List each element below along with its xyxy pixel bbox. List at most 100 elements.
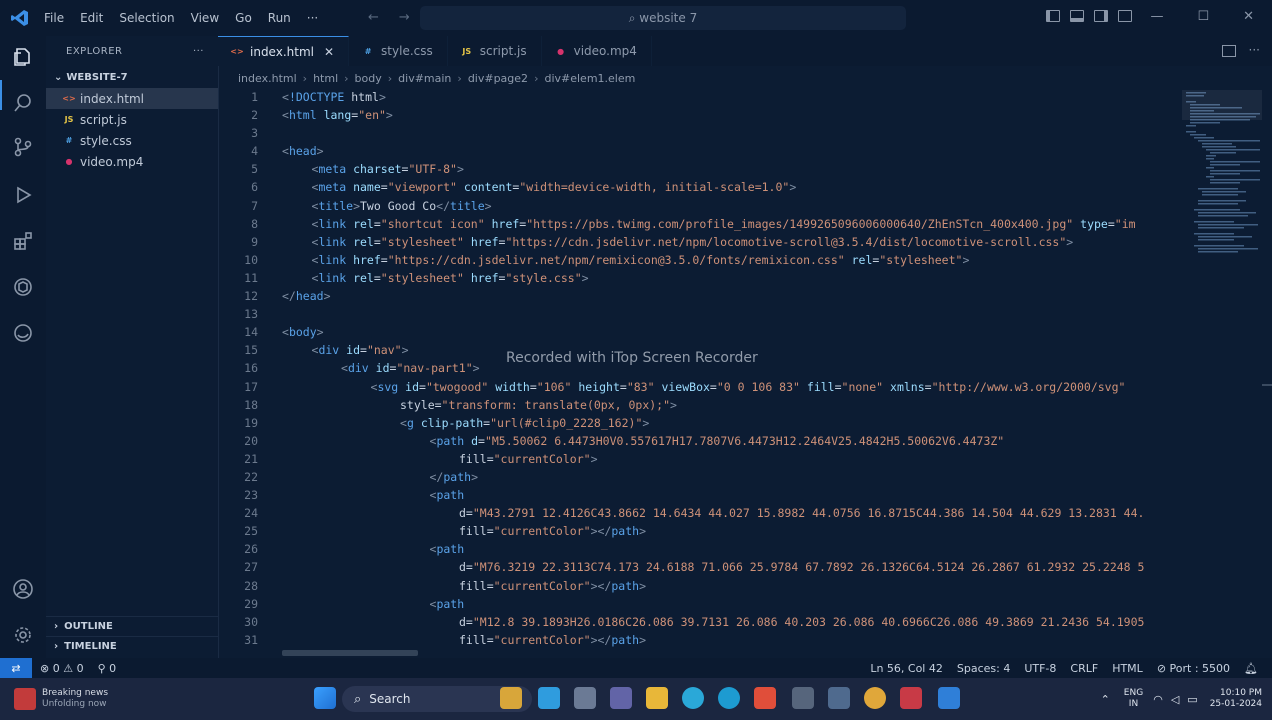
code-line[interactable]: 3	[218, 126, 1182, 144]
editor-more-icon[interactable]: ···	[1249, 43, 1260, 57]
horizontal-scrollbar[interactable]	[282, 650, 418, 656]
live-server-port[interactable]: ⊘ Port : 5500	[1157, 662, 1230, 675]
menu-view[interactable]: View	[191, 11, 219, 25]
toggle-panel-icon[interactable]	[1070, 10, 1084, 22]
code-line[interactable]: 13	[218, 307, 1182, 325]
source-control-icon[interactable]	[12, 136, 34, 158]
code-line[interactable]: 18 style="transform: translate(0px, 0px);…	[218, 398, 1182, 416]
breadcrumb-item[interactable]: index.html	[238, 72, 297, 85]
openai-icon[interactable]	[12, 276, 34, 298]
settings-gear-icon[interactable]	[12, 624, 34, 646]
breadcrumb-item[interactable]: body	[355, 72, 382, 85]
explorer-more-icon[interactable]: ···	[193, 46, 204, 57]
split-editor-icon[interactable]	[1222, 45, 1236, 57]
indentation-status[interactable]: Spaces: 4	[957, 662, 1010, 675]
volume-icon[interactable]: ◁	[1171, 693, 1179, 706]
edge-icon[interactable]	[12, 322, 34, 344]
recorder-app-icon[interactable]	[900, 687, 922, 709]
code-line[interactable]: 11 <link rel="stylesheet" href="style.css…	[218, 271, 1182, 289]
code-editor[interactable]: 1 <!DOCTYPE html> 2 <html lang="en"> 3 4 <head…	[218, 90, 1182, 656]
start-windows-icon[interactable]	[314, 687, 336, 709]
widgets-icon[interactable]	[500, 687, 522, 709]
minimize-icon[interactable]: —	[1150, 9, 1163, 24]
file-item[interactable]: <> index.html	[46, 88, 218, 109]
code-line[interactable]: 22 </path>	[218, 470, 1182, 488]
battery-icon[interactable]: ▭	[1187, 693, 1197, 706]
customize-layout-icon[interactable]	[1118, 10, 1132, 22]
account-icon[interactable]	[12, 578, 34, 600]
vertical-scroll-marker[interactable]	[1262, 384, 1272, 386]
code-line[interactable]: 21 fill="currentColor">	[218, 452, 1182, 470]
file-item[interactable]: # style.css	[46, 130, 218, 151]
menu-file[interactable]: File	[44, 11, 64, 25]
code-line[interactable]: 24 d="M43.2791 12.4126C43.8662 14.6434 44…	[218, 506, 1182, 524]
cursor-position[interactable]: Ln 56, Col 42	[870, 662, 943, 675]
code-line[interactable]: 26 <path	[218, 542, 1182, 560]
chrome-icon[interactable]	[864, 687, 886, 709]
camera-icon[interactable]	[792, 687, 814, 709]
edge-browser-icon[interactable]	[718, 687, 740, 709]
code-line[interactable]: 1 <!DOCTYPE html>	[218, 90, 1182, 108]
taskview-icon[interactable]	[574, 687, 596, 709]
settings-app-icon[interactable]	[828, 687, 850, 709]
breadcrumb-item[interactable]: div#main	[398, 72, 451, 85]
code-line[interactable]: 17 <svg id="twogood" width="106" height="…	[218, 380, 1182, 398]
chevron-up-icon[interactable]: ⌃	[1101, 693, 1110, 706]
extensions-icon[interactable]	[12, 230, 34, 252]
maximize-icon[interactable]: ☐	[1197, 9, 1209, 24]
editor-tab[interactable]: # style.css	[349, 36, 448, 66]
code-line[interactable]: 23 <path	[218, 488, 1182, 506]
breadcrumb-item[interactable]: div#elem1.elem	[544, 72, 635, 85]
encoding-status[interactable]: UTF-8	[1024, 662, 1056, 675]
ports-status[interactable]: ⚲ 0	[98, 662, 117, 675]
problems-status[interactable]: ⊗ 0 ⚠ 0	[40, 662, 84, 675]
code-line[interactable]: 14 <body>	[218, 325, 1182, 343]
timeline-section[interactable]: › TIMELINE	[46, 636, 218, 656]
file-explorer-icon[interactable]	[646, 687, 668, 709]
code-line[interactable]: 7 <title>Two Good Co</title>	[218, 199, 1182, 217]
store-icon[interactable]	[754, 687, 776, 709]
teams-icon[interactable]	[610, 687, 632, 709]
menu-run[interactable]: Run	[268, 11, 291, 25]
code-line[interactable]: 29 <path	[218, 597, 1182, 615]
code-line[interactable]: 19 <g clip-path="url(#clip0_2228_162)">	[218, 416, 1182, 434]
code-line[interactable]: 27 d="M76.3219 22.3113C74.173 24.6188 71.…	[218, 560, 1182, 578]
back-arrow-icon[interactable]: ←	[368, 10, 399, 25]
explorer-icon[interactable]	[12, 46, 34, 68]
vscode-taskbar-icon[interactable]	[938, 687, 960, 709]
menu-edit[interactable]: Edit	[80, 11, 103, 25]
code-line[interactable]: 2 <html lang="en">	[218, 108, 1182, 126]
close-window-icon[interactable]: ✕	[1243, 9, 1254, 24]
notifications-bell-icon[interactable]: 🔔︎	[1244, 662, 1258, 675]
menu-selection[interactable]: Selection	[119, 11, 174, 25]
remote-indicator[interactable]: ⇄	[0, 658, 32, 678]
code-line[interactable]: 30 d="M12.8 39.1893H26.0186C26.086 39.713…	[218, 615, 1182, 633]
language-indicator[interactable]: ENG IN	[1124, 688, 1143, 710]
eol-status[interactable]: CRLF	[1070, 662, 1098, 675]
language-mode[interactable]: HTML	[1112, 662, 1143, 675]
code-line[interactable]: 9 <link rel="stylesheet" href="https://cd…	[218, 235, 1182, 253]
code-line[interactable]: 4 <head>	[218, 144, 1182, 162]
wifi-icon[interactable]: ◠	[1153, 693, 1163, 706]
news-widget[interactable]: Breaking news Unfolding now	[14, 683, 134, 715]
editor-tab[interactable]: JS script.js	[448, 36, 542, 66]
code-line[interactable]: 12 </head>	[218, 289, 1182, 307]
outline-section[interactable]: › OUTLINE	[46, 616, 218, 636]
code-line[interactable]: 5 <meta charset="UTF-8">	[218, 162, 1182, 180]
code-line[interactable]: 8 <link rel="shortcut icon" href="https:/…	[218, 217, 1182, 235]
minimap[interactable]	[1182, 90, 1262, 656]
file-item[interactable]: ● video.mp4	[46, 151, 218, 172]
code-line[interactable]: 25 fill="currentColor"></path>	[218, 524, 1182, 542]
menu-go[interactable]: Go	[235, 11, 252, 25]
clock[interactable]: 10:10 PM 25-01-2024	[1210, 688, 1262, 710]
run-debug-icon[interactable]	[12, 184, 34, 206]
code-line[interactable]: 6 <meta name="viewport" content="width=de…	[218, 180, 1182, 198]
command-center-search[interactable]: ⌕ website 7	[420, 6, 906, 30]
breadcrumb-item[interactable]: div#page2	[468, 72, 528, 85]
editor-tab[interactable]: ● video.mp4	[542, 36, 652, 66]
toggle-secondary-sidebar-icon[interactable]	[1094, 10, 1108, 22]
folder-website-7[interactable]: ⌄ WEBSITE-7	[46, 66, 218, 88]
vscode-blue-icon[interactable]	[682, 687, 704, 709]
search-icon[interactable]	[12, 92, 34, 114]
menu-more[interactable]: ···	[307, 11, 318, 25]
